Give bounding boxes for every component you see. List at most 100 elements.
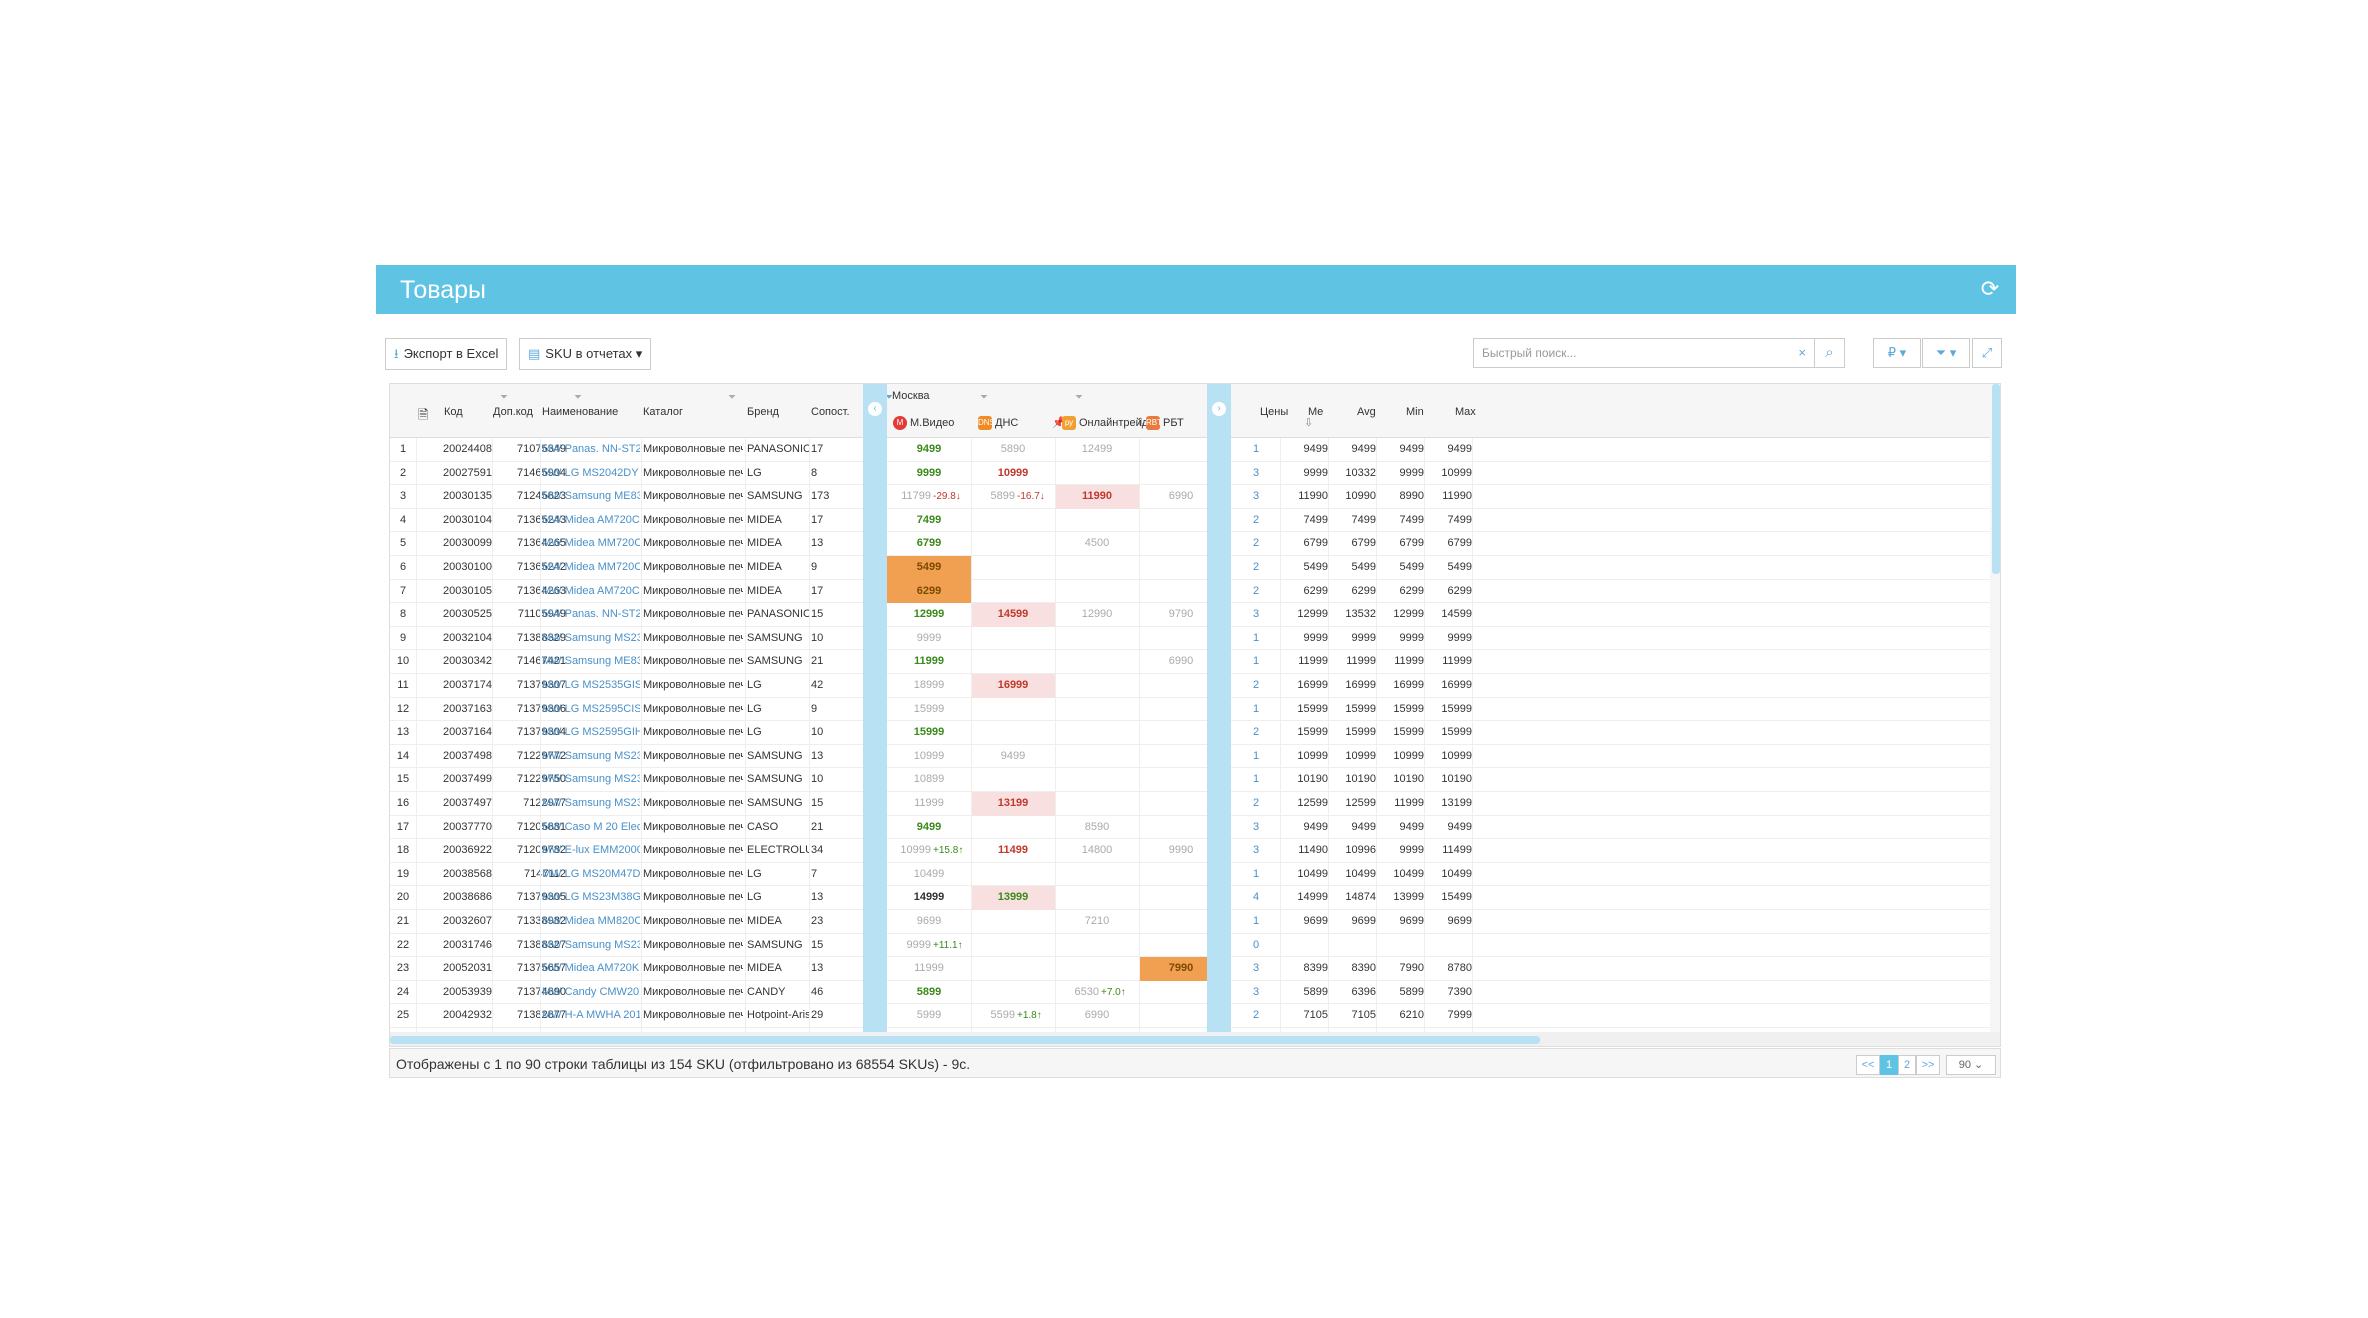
cell-prices-count[interactable]: 3 bbox=[1232, 957, 1280, 981]
cell-prices-count[interactable]: 1 bbox=[1232, 650, 1280, 674]
col-brand[interactable]: Бренд bbox=[747, 406, 779, 418]
store-price-cell[interactable] bbox=[1055, 674, 1139, 698]
store-price-cell[interactable] bbox=[971, 910, 1055, 934]
cell-prices-count[interactable]: 2 bbox=[1232, 721, 1280, 745]
store-price-cell[interactable]: 9499 bbox=[887, 438, 971, 462]
store-price-cell[interactable]: 9999 bbox=[887, 462, 971, 486]
product-link[interactable]: MW H-A MWHA 2011 MS0 bbox=[542, 1004, 640, 1028]
product-link[interactable]: MW Samsung MS23K3513AK bbox=[542, 745, 640, 769]
product-link[interactable]: MW Panas. NN-ST251WZPE bbox=[542, 438, 640, 462]
store-price-cell[interactable] bbox=[971, 532, 1055, 556]
table-row[interactable]: 12 20037163 71379306 MW LG MS2595CIS Микрово… bbox=[390, 698, 2000, 722]
export-excel-button[interactable]: ⭳ Экспорт в Excel bbox=[385, 338, 508, 370]
product-link[interactable]: MW Samsung MS23K3513AS bbox=[542, 792, 640, 816]
store-price-cell[interactable]: 9999 bbox=[887, 627, 971, 651]
table-row[interactable]: 32003013571245823MW Samsung ME83KRW-1Мик… bbox=[390, 485, 2000, 509]
store-price-cell[interactable] bbox=[971, 650, 1055, 674]
store-price-cell[interactable] bbox=[1055, 957, 1139, 981]
store-price-cell[interactable] bbox=[1055, 580, 1139, 604]
store-price-cell[interactable]: 10999 +15.8↑ bbox=[887, 839, 971, 863]
filter-icon[interactable]: ⏷ bbox=[980, 392, 988, 403]
store-price-cell[interactable]: 6299 bbox=[887, 579, 971, 604]
store-price-cell[interactable]: 6990 bbox=[1055, 1004, 1139, 1028]
table-row[interactable]: 202003868671379305MW LG MS23M38GIHМикров… bbox=[390, 886, 2000, 910]
store-price-cell[interactable]: 8590 bbox=[1055, 816, 1139, 840]
filter-dropdown[interactable]: ⏷ ▾ bbox=[1922, 338, 1970, 368]
store-price-cell[interactable]: 10499 bbox=[887, 863, 971, 887]
store-price-cell[interactable]: 5899 bbox=[887, 981, 971, 1005]
product-link[interactable]: MW Midea AM720KFR-B/S bbox=[542, 957, 640, 981]
table-row[interactable]: 142003749871229772MW Samsung MS23K3513AK… bbox=[390, 745, 2000, 769]
store-price-cell[interactable] bbox=[1055, 650, 1139, 674]
cell-prices-count[interactable]: 2 bbox=[1232, 556, 1280, 580]
search-icon[interactable]: ⌕ bbox=[1815, 338, 1845, 368]
store-price-cell[interactable] bbox=[971, 863, 1055, 887]
table-row[interactable]: 222003174671388327MW Samsung MS23F302TQS… bbox=[390, 934, 2000, 958]
horizontal-scroll-thumb[interactable] bbox=[390, 1036, 1540, 1044]
product-link[interactable]: MW LG MS20M47DARB bbox=[542, 863, 640, 887]
product-link[interactable]: MW Samsung ME83KRW-1 bbox=[542, 485, 640, 509]
store-price-cell[interactable] bbox=[971, 721, 1055, 745]
product-link[interactable]: MW LG MS2595GIH bbox=[542, 721, 640, 745]
table-row[interactable]: 172003777071205881MW Caso M 20 Electroni… bbox=[390, 816, 2000, 840]
store-price-cell[interactable]: 13999 bbox=[971, 886, 1055, 910]
store-price-cell[interactable] bbox=[1055, 462, 1139, 486]
store-onlinetrade[interactable]: ру Онлайнтрейд bbox=[1062, 416, 1148, 430]
store-price-cell[interactable] bbox=[1055, 886, 1139, 910]
store-price-cell[interactable]: 14800 bbox=[1055, 839, 1139, 863]
product-link[interactable]: MW LG MS2595CIS bbox=[542, 698, 640, 722]
store-price-cell[interactable]: 10899 bbox=[887, 768, 971, 792]
store-price-cell[interactable] bbox=[1055, 627, 1139, 651]
horizontal-scrollbar[interactable] bbox=[390, 1032, 2000, 1046]
cell-prices-count[interactable]: 3 bbox=[1232, 816, 1280, 840]
refresh-icon[interactable]: ⟳ bbox=[1978, 277, 2002, 301]
vertical-scrollbar[interactable] bbox=[1990, 384, 2000, 1032]
col-prices[interactable]: Цены bbox=[1260, 406, 1288, 418]
table-row[interactable]: 152003749971229750MW Samsung MS23K3513AW… bbox=[390, 768, 2000, 792]
cell-prices-count[interactable]: 1 bbox=[1232, 863, 1280, 887]
store-price-cell[interactable]: 11999 bbox=[887, 650, 971, 674]
scroll-left-icon[interactable]: ‹ bbox=[868, 402, 882, 416]
table-row[interactable]: 19200385687147112MW LG MS20M47DARBМикров… bbox=[390, 863, 2000, 887]
cell-prices-count[interactable]: 1 bbox=[1232, 627, 1280, 651]
store-price-cell[interactable] bbox=[971, 627, 1055, 651]
store-price-cell[interactable]: 15999 bbox=[887, 721, 971, 745]
cell-prices-count[interactable]: 0 bbox=[1232, 934, 1280, 958]
cell-prices-count[interactable]: 3 bbox=[1232, 462, 1280, 486]
product-link[interactable]: MW Samsung MS23F301TQW bbox=[542, 627, 640, 651]
table-row[interactable]: 42003010471365243MW Midea AM720C4E-SМикр… bbox=[390, 509, 2000, 533]
col-max[interactable]: Max bbox=[1455, 406, 1476, 418]
store-price-cell[interactable] bbox=[1055, 792, 1139, 816]
store-price-cell[interactable] bbox=[971, 580, 1055, 604]
table-row[interactable]: 2 20027591 71465904 MW LG MS2042DY Микроволн… bbox=[390, 462, 2000, 486]
col-kod[interactable]: Код bbox=[444, 406, 463, 418]
cell-prices-count[interactable]: 2 bbox=[1232, 674, 1280, 698]
cell-prices-count[interactable]: 1 bbox=[1232, 698, 1280, 722]
table-row[interactable]: 252004293271382877MW H-A MWHA 2011 MS0Ми… bbox=[390, 1004, 2000, 1028]
cell-prices-count[interactable]: 3 bbox=[1232, 485, 1280, 509]
table-row[interactable]: 242005393971374890MW Candy CMW2070DWМикр… bbox=[390, 981, 2000, 1005]
store-price-cell[interactable]: 9499 bbox=[971, 745, 1055, 769]
table-row[interactable]: 52003009971364265MW Midea MM720C4E-SМикр… bbox=[390, 532, 2000, 556]
store-price-cell[interactable]: 9499 bbox=[887, 816, 971, 840]
page-1-button[interactable]: 1 bbox=[1880, 1055, 1898, 1075]
cell-prices-count[interactable]: 3 bbox=[1232, 981, 1280, 1005]
product-link[interactable]: MW LG MS2535GIS bbox=[542, 674, 640, 698]
store-price-cell[interactable]: 10999 bbox=[971, 462, 1055, 486]
product-link[interactable]: MW LG MS2042DY bbox=[542, 462, 640, 486]
store-price-cell[interactable] bbox=[971, 556, 1055, 580]
cell-prices-count[interactable]: 1 bbox=[1232, 745, 1280, 769]
table-row[interactable]: 11 20037174 71379307 MW LG MS2535GIS Микрово… bbox=[390, 674, 2000, 698]
store-price-cell[interactable] bbox=[971, 509, 1055, 533]
cell-prices-count[interactable]: 1 bbox=[1232, 910, 1280, 934]
store-price-cell[interactable]: 5999 bbox=[887, 1004, 971, 1028]
col-name[interactable]: Наименование bbox=[542, 406, 618, 418]
store-price-cell[interactable]: 9699 bbox=[887, 910, 971, 934]
store-price-cell[interactable] bbox=[1055, 768, 1139, 792]
table-row[interactable]: 102003034271467421MW Samsung ME83KRW-2Ми… bbox=[390, 650, 2000, 674]
table-row[interactable]: 82003052571105949MW Panas. NN-ST254MZPEМ… bbox=[390, 603, 2000, 627]
table-row[interactable]: 13 20037164 71379304 MW LG MS2595GIH Микрово… bbox=[390, 721, 2000, 745]
col-avg[interactable]: Avg bbox=[1357, 406, 1376, 418]
store-price-cell[interactable] bbox=[1055, 556, 1139, 580]
store-price-cell[interactable]: 5899 -16.7↓ bbox=[971, 485, 1055, 509]
